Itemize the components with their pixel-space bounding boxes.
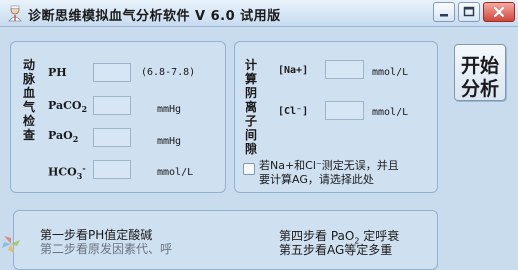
hco3-input[interactable] [93, 160, 131, 179]
pao2-label: PaO2 [48, 129, 79, 145]
pao2-unit: mmHg [157, 136, 182, 147]
anion-gap-section-label: 计 算 阴 离 子 间 隙 [244, 58, 257, 156]
pinwheel-logo-icon [2, 236, 20, 253]
ph-range: (6.8-7.8) [141, 67, 196, 78]
step-5: 第五步看AG等定多重 [279, 243, 393, 257]
ph-input[interactable] [93, 63, 131, 82]
step-2: 第二步看原发因素代、呼 [40, 242, 173, 256]
minimize-icon [440, 14, 448, 17]
na-unit: mmol/L [372, 67, 409, 78]
title-bar: 诊断思维模拟血气分析软件 V 6.0 试用版 [0, 0, 518, 27]
calculate-ag-label-line2: 要计算AG，请选择此处 [259, 173, 374, 186]
paco2-unit: mmHg [157, 104, 182, 115]
window-title: 诊断思维模拟血气分析软件 V 6.0 试用版 [28, 9, 281, 24]
blood-gas-section-label: 动 脉 血 气 检 查 [22, 58, 35, 142]
paco2-label: PaCO2 [48, 99, 88, 115]
hco3-unit: mmol/L [157, 167, 194, 178]
doctor-icon [8, 5, 22, 22]
pao2-input[interactable] [93, 128, 131, 147]
cl-label: [Cl⁻] [278, 106, 309, 117]
cl-input[interactable] [325, 101, 364, 120]
na-label: [Na+] [278, 65, 309, 76]
hco3-label: HCO3- [48, 163, 86, 181]
ph-label: PH [48, 66, 67, 79]
paco2-input[interactable] [93, 96, 131, 115]
close-button[interactable] [483, 2, 515, 22]
start-analysis-line2: 分析 [460, 78, 499, 100]
cl-unit: mmol/L [372, 107, 409, 118]
na-input[interactable] [325, 60, 364, 79]
maximize-icon [463, 6, 475, 17]
close-icon [493, 6, 505, 18]
maximize-button[interactable] [458, 2, 480, 22]
minimize-button[interactable] [433, 2, 455, 22]
calculate-ag-checkbox[interactable] [243, 163, 255, 175]
start-analysis-button[interactable]: 开始 分析 [454, 44, 506, 101]
